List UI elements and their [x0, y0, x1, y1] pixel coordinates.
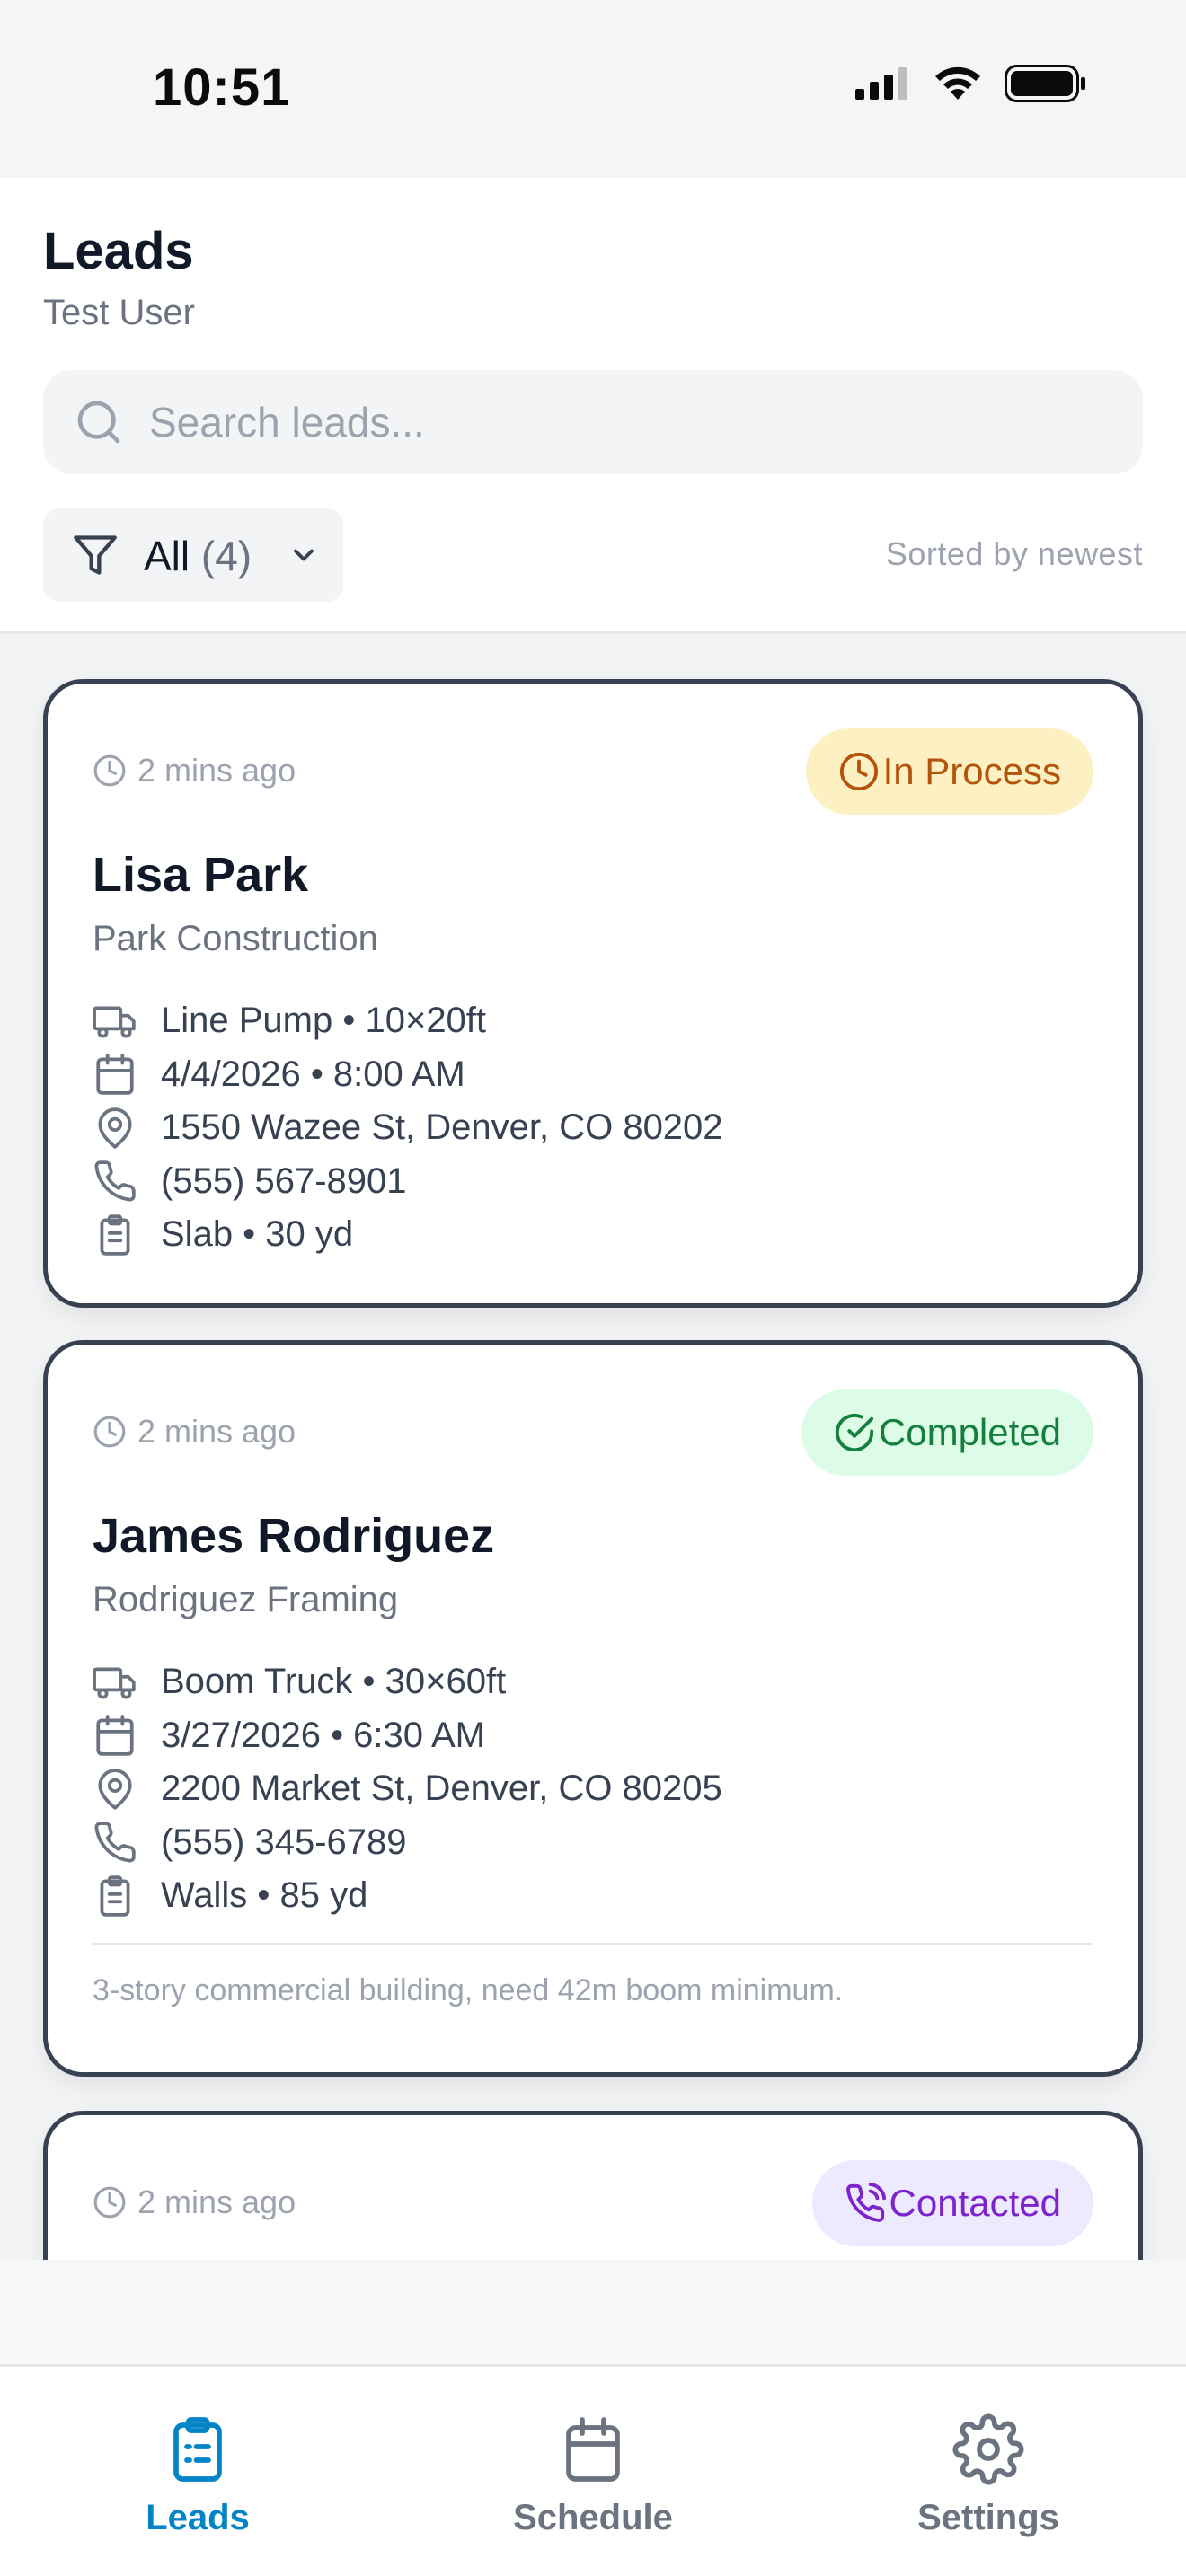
battery-icon — [1005, 65, 1085, 102]
calendar-icon — [96, 1715, 134, 1756]
search-input[interactable]: Search leads... — [43, 370, 1143, 474]
lead-time: 2 mins ago — [93, 1413, 296, 1451]
detail-job-text: Walls • 85 yd — [161, 1875, 368, 1916]
tab-bar-area: Leads Schedule Settings — [0, 2260, 1186, 2576]
detail-address: 1550 Wazee St, Denver, CO 80202 — [93, 1101, 723, 1155]
detail-phone-text: (555) 567-8901 — [161, 1160, 407, 1201]
clock-icon — [93, 754, 126, 787]
user-name: Test User — [43, 293, 195, 332]
filter-count: (4) — [200, 533, 252, 579]
detail-datetime: 3/27/2026 • 6:30 AM — [93, 1709, 722, 1763]
detail-datetime-text: 3/27/2026 • 6:30 AM — [161, 1715, 485, 1755]
lead-details: Boom Truck • 30×60ft 3/27/2026 • 6:30 AM… — [93, 1655, 722, 1923]
check-circle-icon — [835, 1413, 873, 1452]
search-icon — [77, 401, 120, 444]
clock-icon — [93, 2186, 126, 2219]
note-divider — [93, 1943, 1093, 1945]
status-badge: Completed — [801, 1389, 1093, 1476]
truck-icon — [93, 1667, 136, 1699]
detail-equipment-text: Boom Truck • 30×60ft — [161, 1662, 507, 1702]
lead-name: Lisa Park — [93, 848, 309, 902]
filter-dropdown[interactable]: All (4) — [43, 508, 343, 602]
lead-company: Rodriguez Framing — [93, 1580, 399, 1619]
lead-time-text: 2 mins ago — [137, 2183, 296, 2220]
detail-job-text: Slab • 30 yd — [161, 1214, 354, 1255]
lead-time-text: 2 mins ago — [137, 752, 296, 789]
phone-icon — [94, 1160, 136, 1202]
detail-datetime-text: 4/4/2026 • 8:00 AM — [161, 1054, 465, 1094]
tab-settings[interactable]: Settings — [854, 2413, 1123, 2538]
wifi-icon — [935, 66, 980, 100]
status-badge-label: Contacted — [889, 2182, 1061, 2224]
lead-company: Park Construction — [93, 919, 378, 958]
phone-call-icon — [845, 2183, 886, 2222]
tab-leads[interactable]: Leads — [63, 2413, 332, 2538]
gear-icon — [952, 2413, 1024, 2485]
clock-icon — [93, 1416, 126, 1448]
status-bar: 10:51 — [0, 0, 1186, 178]
page-title: Leads — [43, 222, 194, 280]
lead-time-text: 2 mins ago — [137, 1413, 296, 1450]
detail-phone-text: (555) 345-6789 — [161, 1822, 407, 1862]
lead-note: 3-story commercial building, need 42m bo… — [93, 1973, 844, 2007]
search-placeholder: Search leads... — [149, 399, 425, 446]
detail-phone: (555) 567-8901 — [93, 1155, 723, 1209]
status-icons — [855, 65, 1087, 102]
calendar-icon — [96, 1054, 134, 1095]
lead-details: Line Pump • 10×20ft 4/4/2026 • 8:00 AM 1… — [93, 994, 723, 1262]
clock-icon — [839, 752, 878, 791]
status-badge-label: Completed — [878, 1411, 1061, 1453]
detail-address: 2200 Market St, Denver, CO 80205 — [93, 1762, 722, 1816]
detail-job: Walls • 85 yd — [93, 1869, 722, 1923]
detail-address-text: 1550 Wazee St, Denver, CO 80202 — [161, 1107, 723, 1148]
status-badge: Contacted — [811, 2160, 1093, 2246]
lead-card[interactable]: 2 mins ago Contacted — [43, 2111, 1143, 2260]
leads-header: Leads Test User Search leads... All (4) … — [0, 178, 1186, 634]
tab-schedule[interactable]: Schedule — [458, 2413, 728, 2538]
tab-bar: Leads Schedule Settings — [0, 2364, 1186, 2576]
tab-leads-label: Leads — [146, 2498, 250, 2537]
leads-list[interactable]: 2 mins ago In Process Lisa Park Park Con… — [0, 634, 1186, 2260]
tab-schedule-label: Schedule — [513, 2498, 673, 2537]
lead-time: 2 mins ago — [93, 2183, 296, 2221]
map-pin-icon — [98, 1107, 132, 1149]
truck-icon — [93, 1006, 136, 1038]
detail-phone: (555) 345-6789 — [93, 1816, 722, 1870]
status-time: 10:51 — [153, 58, 291, 117]
detail-equipment: Boom Truck • 30×60ft — [93, 1655, 722, 1709]
filter-value: All — [144, 533, 190, 579]
map-pin-icon — [98, 1769, 132, 1810]
detail-equipment: Line Pump • 10×20ft — [93, 994, 723, 1048]
clipboard-icon — [100, 1875, 130, 1917]
filter-icon — [74, 535, 117, 575]
tab-settings-label: Settings — [917, 2498, 1059, 2537]
lead-card[interactable]: 2 mins ago In Process Lisa Park Park Con… — [43, 679, 1143, 1308]
cellular-signal-icon — [855, 67, 907, 100]
detail-equipment-text: Line Pump • 10×20ft — [161, 1001, 487, 1041]
detail-address-text: 2200 Market St, Denver, CO 80205 — [161, 1769, 722, 1809]
calendar-icon — [566, 2417, 620, 2482]
clipboard-icon — [173, 2417, 222, 2482]
status-badge: In Process — [805, 728, 1093, 815]
lead-name: James Rodriguez — [93, 1509, 495, 1563]
sort-label: Sorted by newest — [885, 535, 1143, 572]
status-badge-label: In Process — [882, 750, 1061, 792]
filter-label: All (4) — [144, 532, 252, 580]
clipboard-icon — [100, 1214, 130, 1256]
detail-datetime: 4/4/2026 • 8:00 AM — [93, 1048, 723, 1102]
phone-icon — [94, 1822, 136, 1863]
lead-card[interactable]: 2 mins ago Completed James Rodriguez Rod… — [43, 1340, 1143, 2077]
detail-job: Slab • 30 yd — [93, 1208, 723, 1262]
lead-time: 2 mins ago — [93, 752, 296, 790]
chevron-down-icon — [294, 549, 314, 561]
